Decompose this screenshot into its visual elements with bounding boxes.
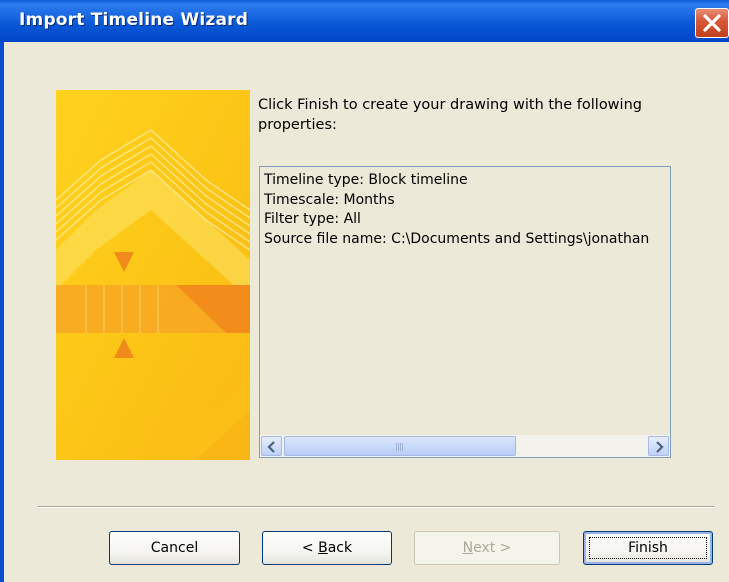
next-button-label: Next > xyxy=(462,540,512,556)
cancel-button-label: Cancel xyxy=(150,540,199,556)
wizard-banner-image xyxy=(56,90,250,460)
chevron-left-icon xyxy=(267,441,275,453)
instruction-text: Click Finish to create your drawing with… xyxy=(258,97,642,133)
back-button-label: < Back xyxy=(301,540,353,556)
finish-button[interactable]: Finish xyxy=(583,531,713,565)
property-timescale: Timescale: Months xyxy=(264,191,395,208)
window-left-border xyxy=(0,42,4,582)
property-filter-type: Filter type: All xyxy=(264,211,361,227)
window-title: Import Timeline Wizard xyxy=(19,10,249,30)
back-button[interactable]: < Back xyxy=(262,531,392,565)
properties-summary-box[interactable]: Timeline type: Block timeline Timescale:… xyxy=(259,166,671,458)
cancel-button[interactable]: Cancel xyxy=(109,531,240,565)
chevron-right-icon xyxy=(656,441,664,453)
close-button[interactable] xyxy=(695,8,729,38)
scroll-right-button[interactable] xyxy=(648,436,669,456)
wizard-dialog: Import Timeline Wizard Click Finish to c… xyxy=(0,0,729,582)
button-separator xyxy=(38,506,714,508)
scroll-left-button[interactable] xyxy=(261,436,282,456)
horizontal-scrollbar[interactable] xyxy=(260,435,670,457)
close-x-icon xyxy=(703,14,721,32)
property-timeline-type: Timeline type: Block timeline xyxy=(264,172,468,188)
finish-button-label: Finish xyxy=(628,540,668,556)
next-button[interactable]: Next > xyxy=(414,531,560,565)
scroll-grip-icon xyxy=(396,443,404,451)
scroll-thumb[interactable] xyxy=(284,436,516,456)
title-bar[interactable]: Import Timeline Wizard xyxy=(0,0,729,42)
property-source-file: Source file name: C:\Documents and Setti… xyxy=(264,230,650,247)
properties-list: Timeline type: Block timeline Timescale:… xyxy=(264,171,668,249)
